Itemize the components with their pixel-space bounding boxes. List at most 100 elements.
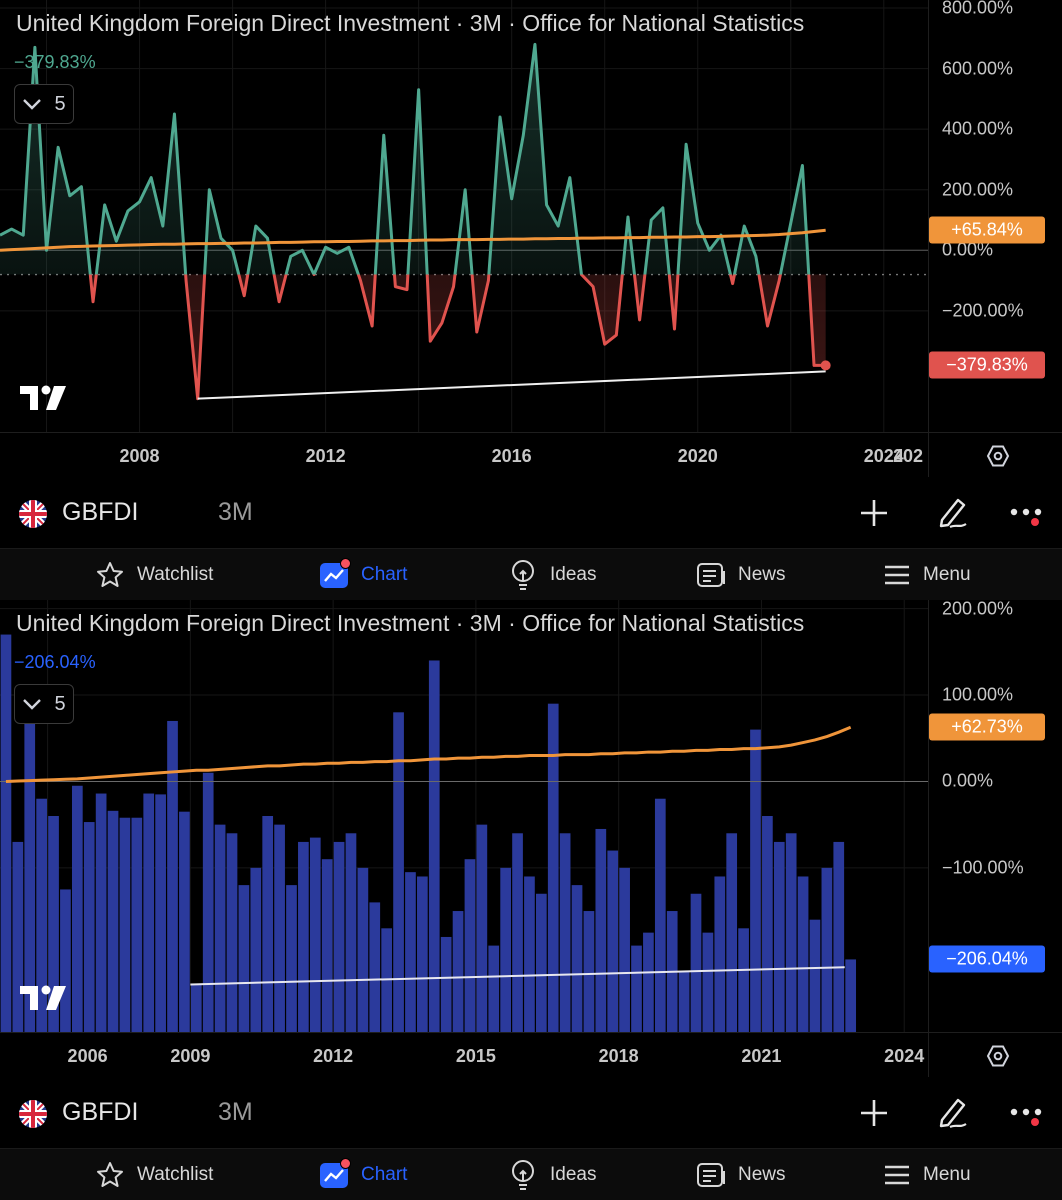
price-axis-label: −200.00% xyxy=(942,300,1024,321)
bar xyxy=(119,817,131,1032)
bar xyxy=(583,911,595,1032)
interval-selector[interactable]: 3M xyxy=(218,1098,253,1127)
time-axis-label: 2020 xyxy=(677,446,718,466)
bar-chart-svg[interactable] xyxy=(0,600,928,1032)
bar xyxy=(440,936,452,1032)
nav-label: Menu xyxy=(923,564,971,585)
bar xyxy=(71,785,83,1032)
bar xyxy=(785,833,797,1032)
chart-title: United Kingdom Foreign Direct Investment… xyxy=(16,610,805,636)
bar xyxy=(179,811,190,1032)
bar xyxy=(202,772,214,1032)
chevron-down-icon xyxy=(23,699,42,710)
bar xyxy=(238,885,250,1032)
indicator-collapse-button[interactable]: 5 xyxy=(14,84,74,124)
bottom-navigation: Watchlist Chart Ideas News Menu xyxy=(0,548,1062,600)
bar xyxy=(95,793,107,1032)
tradingview-logo[interactable] xyxy=(18,384,68,417)
time-axis-label: 2012 xyxy=(313,1046,354,1066)
price-axis-label: 200.00% xyxy=(942,179,1014,200)
bar xyxy=(702,932,714,1032)
ma-price-tag: +65.84% xyxy=(929,216,1045,244)
line-chart-svg[interactable] xyxy=(0,0,928,432)
bar xyxy=(631,945,642,1032)
nav-ideas[interactable]: Ideas xyxy=(508,549,596,600)
lightbulb-icon xyxy=(512,560,534,590)
tradingview-logo[interactable] xyxy=(18,984,68,1017)
bar xyxy=(750,729,761,1032)
bar xyxy=(524,876,535,1032)
nav-label: Chart xyxy=(361,1164,408,1185)
price-axis-label: 0.00% xyxy=(942,770,994,791)
bar xyxy=(250,867,262,1032)
bar xyxy=(714,876,726,1032)
bar xyxy=(333,841,345,1032)
time-axis-label: 2021 xyxy=(741,1046,782,1066)
bar xyxy=(809,919,821,1032)
bar xyxy=(190,984,202,1032)
bar xyxy=(369,902,381,1032)
price-axis-label: 200.00% xyxy=(942,600,1014,619)
time-axis-label: 202 xyxy=(893,446,924,466)
bar xyxy=(405,872,416,1032)
nav-label: Watchlist xyxy=(137,564,214,585)
symbol-name[interactable]: GBFDI xyxy=(62,498,138,527)
nav-label: Menu xyxy=(923,1164,971,1185)
bar xyxy=(773,841,785,1032)
indicator-collapse-button[interactable]: 5 xyxy=(14,684,74,724)
news-icon xyxy=(697,1163,725,1187)
menu-icon xyxy=(885,565,909,585)
bar xyxy=(488,945,500,1032)
last-value-legend: −206.04% xyxy=(14,652,96,672)
time-axis-label: 2016 xyxy=(491,446,532,466)
nav-label: Ideas xyxy=(550,1164,597,1185)
pen-icon[interactable] xyxy=(934,494,970,535)
price-axis-label: 100.00% xyxy=(942,684,1014,705)
bar xyxy=(607,850,619,1032)
bar xyxy=(107,810,119,1032)
bar xyxy=(226,833,238,1032)
uk-flag-icon xyxy=(19,1100,47,1128)
interval-selector[interactable]: 3M xyxy=(218,498,253,527)
nav-label: Chart xyxy=(361,564,408,585)
nav-news[interactable]: News xyxy=(696,1149,786,1200)
plus-icon[interactable] xyxy=(858,1097,890,1134)
bar xyxy=(214,824,226,1032)
last-price-tag: −379.83% xyxy=(929,351,1045,379)
bar xyxy=(345,833,357,1032)
nav-ideas[interactable]: Ideas xyxy=(508,1149,596,1200)
nav-menu[interactable]: Menu xyxy=(883,1149,971,1200)
last-point-marker xyxy=(820,360,831,371)
bar-chart-plot[interactable] xyxy=(0,600,928,1032)
bar xyxy=(821,867,833,1032)
nav-label: News xyxy=(738,564,786,585)
nav-watchlist[interactable]: Watchlist xyxy=(95,549,213,600)
time-axis-divider xyxy=(0,1032,1062,1033)
nav-chart[interactable]: Chart xyxy=(319,549,407,600)
chart-panel-bar: United Kingdom Foreign Direct Investment… xyxy=(0,600,1062,1200)
pen-icon[interactable] xyxy=(934,1094,970,1135)
nav-news[interactable]: News xyxy=(696,549,786,600)
symbol-toolbar: GBFDI 3M xyxy=(0,478,1062,548)
nav-menu[interactable]: Menu xyxy=(883,549,971,600)
chevron-down-icon xyxy=(23,99,42,110)
time-axis-label: 2006 xyxy=(67,1046,108,1066)
star-icon xyxy=(97,1162,123,1187)
bar xyxy=(0,634,12,1032)
nav-chart[interactable]: Chart xyxy=(319,1149,407,1200)
line-chart-plot[interactable] xyxy=(0,0,928,432)
symbol-name[interactable]: GBFDI xyxy=(62,1098,138,1127)
bar xyxy=(571,885,583,1032)
bar xyxy=(309,837,321,1032)
bar xyxy=(678,971,690,1032)
plus-icon[interactable] xyxy=(858,497,890,534)
indicator-count: 5 xyxy=(54,692,66,715)
nav-watchlist[interactable]: Watchlist xyxy=(95,1149,213,1200)
bar xyxy=(595,828,607,1032)
bar xyxy=(262,816,274,1032)
chart-icon xyxy=(319,1158,351,1190)
settings-icon[interactable] xyxy=(986,444,1010,473)
settings-icon[interactable] xyxy=(986,1044,1010,1073)
star-icon xyxy=(97,562,123,587)
bar xyxy=(167,720,178,1032)
